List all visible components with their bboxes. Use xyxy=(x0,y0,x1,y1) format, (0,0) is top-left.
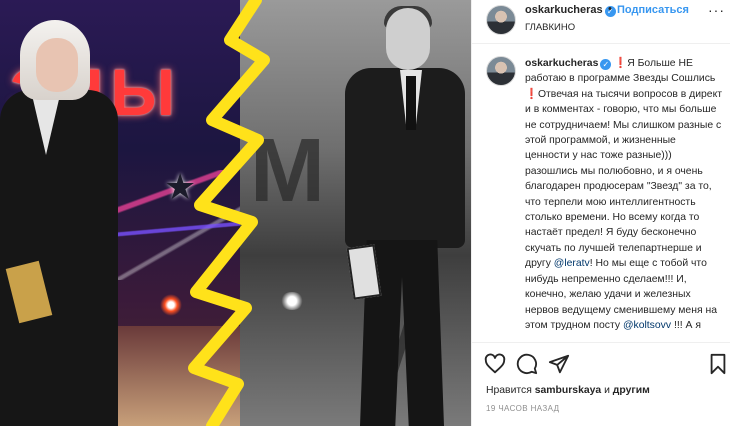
comment-icon[interactable] xyxy=(516,353,538,375)
post-header: oskarkucheras ✓ • Подписаться ГЛАВКИНО ··… xyxy=(472,0,730,44)
avatar[interactable] xyxy=(486,56,516,86)
liker-username[interactable]: samburskaya xyxy=(535,385,601,396)
follow-button[interactable]: Подписаться xyxy=(617,4,689,16)
username-text[interactable]: oskarkucheras xyxy=(525,4,603,16)
man-tie xyxy=(406,76,416,130)
post-sidebar: oskarkucheras ✓ • Подписаться ГЛАВКИНО ··… xyxy=(471,0,730,426)
comments-area: oskarkucheras ✓ ❗Я Больше НЕ работаю в пр… xyxy=(472,45,730,342)
location-link[interactable]: ГЛАВКИНО xyxy=(525,22,575,33)
post-timestamp[interactable]: 19 ЧАСОВ НАЗАД xyxy=(486,404,559,413)
likes-others-link[interactable]: другим xyxy=(613,385,650,396)
likes-conjunction: и xyxy=(604,385,610,396)
caption-text: !!! А я xyxy=(673,319,701,331)
man-head xyxy=(386,8,430,70)
action-bar: Нравится samburskaya и другим 19 ЧАСОВ Н… xyxy=(472,342,730,426)
post-image[interactable]: ЭДЫ ★ M M M xyxy=(0,0,471,426)
woman-face xyxy=(36,38,78,92)
more-options-icon[interactable]: ··· xyxy=(708,2,725,18)
lightning-bolt-icon xyxy=(188,0,270,426)
author-username[interactable]: oskarkucheras ✓ xyxy=(525,4,616,17)
exclamation-icon: ❗ xyxy=(614,58,628,69)
avatar[interactable] xyxy=(486,5,516,35)
mention-link[interactable]: @leratv xyxy=(554,258,590,269)
exclamation-icon: ❗ xyxy=(525,88,538,100)
woman-figure xyxy=(0,90,118,426)
share-icon[interactable] xyxy=(548,353,570,375)
post-caption: oskarkucheras ✓ ❗Я Больше НЕ работаю в пр… xyxy=(525,56,723,333)
mention-link[interactable]: @koltsovv xyxy=(623,320,671,331)
caption-text: Отвечая на тысячи вопросов в директ и в … xyxy=(525,88,723,270)
verified-badge-icon: ✓ xyxy=(600,59,612,70)
bookmark-icon[interactable] xyxy=(707,353,729,375)
likes-summary: Нравится samburskaya и другим xyxy=(486,385,650,396)
caption-username[interactable]: oskarkucheras xyxy=(525,58,598,69)
separator-dot: • xyxy=(608,3,612,15)
heart-icon[interactable] xyxy=(484,353,506,375)
likes-prefix: Нравится xyxy=(486,385,532,396)
